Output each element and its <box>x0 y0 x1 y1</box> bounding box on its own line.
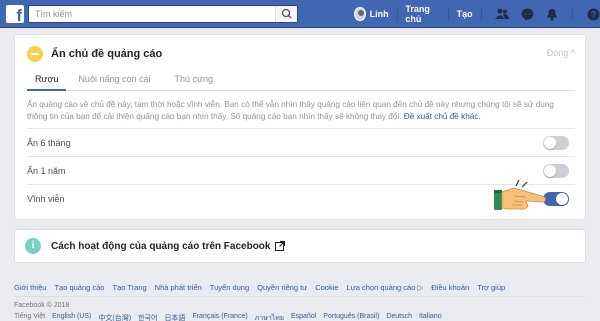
footer-link-help[interactable]: Trợ giúp <box>477 283 505 292</box>
language-link[interactable]: Português (Brasil) <box>323 313 379 321</box>
nav-divider <box>480 7 482 21</box>
create-link[interactable]: Tạo <box>457 9 473 19</box>
minus-circle-icon <box>27 46 43 62</box>
language-link[interactable]: Deutsch <box>386 313 412 321</box>
footer-divider <box>14 296 586 297</box>
external-link-icon <box>275 241 286 251</box>
suggest-topic-link[interactable]: Đề xuất chủ đề khác. <box>404 112 481 121</box>
nav-divider <box>447 7 449 21</box>
info-icon: i <box>25 238 41 254</box>
language-link[interactable]: Español <box>291 313 316 321</box>
notifications-icon[interactable] <box>546 7 558 21</box>
footer-link-developers[interactable]: Nhà phát triển <box>155 283 202 292</box>
option-label: Ẩn 1 năm <box>27 165 66 176</box>
footer-link-terms[interactable]: Điều khoản <box>431 283 469 292</box>
footer-link-create-ad[interactable]: Tạo quảng cáo <box>54 283 104 292</box>
language-link[interactable]: Italiano <box>419 313 442 321</box>
search-icon <box>281 8 292 19</box>
home-link[interactable]: Trang chủ <box>405 4 439 24</box>
facebook-logo-icon[interactable]: f <box>6 5 24 23</box>
tab-alcohol[interactable]: Rượu <box>27 73 67 91</box>
language-current: Tiếng Việt <box>14 313 46 320</box>
footer-links: Giới thiệu Tạo quảng cáo Tạo Trang Nhà p… <box>14 283 586 292</box>
language-link[interactable]: English (US) <box>52 313 91 321</box>
option-row-6-months: Ẩn 6 tháng <box>27 128 575 156</box>
tab-pets[interactable]: Thú cưng <box>163 73 226 91</box>
how-ads-work-title[interactable]: Cách hoạt động của quảng cáo trên Facebo… <box>51 241 270 252</box>
card-title: Ẩn chủ đề quảng cáo <box>51 48 163 60</box>
search-button[interactable] <box>275 6 297 22</box>
footer-link-careers[interactable]: Tuyển dụng <box>210 283 249 292</box>
topic-tabs: Rượu Nuôi nấng con cái Thú cưng <box>27 73 575 91</box>
messenger-icon[interactable] <box>521 7 534 21</box>
nav-right: Linh Trang chủ Tạo ? <box>354 0 600 28</box>
card-header: Ẩn chủ đề quảng cáo Đóng ^ <box>27 43 575 65</box>
footer-link-ad-choices[interactable]: Lựa chọn quảng cáo ▷ <box>347 283 424 292</box>
search-input[interactable] <box>29 6 269 22</box>
footer-link-about[interactable]: Giới thiệu <box>14 283 46 292</box>
help-icon[interactable]: ? <box>587 7 600 21</box>
how-ads-work-card[interactable]: i Cách hoạt động của quảng cáo trên Face… <box>14 229 586 263</box>
nav-divider <box>396 7 398 21</box>
language-links: Tiếng Việt English (US) 中文(台灣) 한국어 日本語 F… <box>14 313 449 321</box>
friends-icon[interactable] <box>495 7 510 21</box>
footer-link-create-page[interactable]: Tạo Trang <box>112 283 146 292</box>
language-link[interactable]: 中文(台灣) <box>98 313 131 321</box>
description-text: Ẩn quảng cáo về chủ đề này, tạm thời hoặ… <box>27 100 554 121</box>
nav-divider <box>572 7 574 21</box>
svg-text:?: ? <box>591 9 597 19</box>
search-box[interactable] <box>28 5 298 23</box>
close-button[interactable]: Đóng ^ <box>547 48 575 58</box>
language-link[interactable]: 한국어 <box>138 313 157 321</box>
pointing-hand-icon <box>494 179 546 210</box>
language-link[interactable]: Français (France) <box>192 313 247 321</box>
option-label: Ẩn 6 tháng <box>27 137 71 148</box>
top-navigation-bar: f Linh Trang chủ Tạo ? <box>0 0 600 28</box>
option-label: Vĩnh viễn <box>27 193 65 204</box>
profile-link[interactable]: Linh <box>370 9 389 19</box>
toggle-switch-6-months[interactable] <box>543 136 569 150</box>
footer-link-privacy[interactable]: Quyền riêng tư <box>257 283 307 292</box>
language-link[interactable]: 日本語 <box>164 313 185 321</box>
tab-parenting[interactable]: Nuôi nấng con cái <box>66 73 162 91</box>
copyright-text: Facebook © 2018 <box>14 302 70 309</box>
footer-link-cookies[interactable]: Cookie <box>315 283 338 292</box>
language-link[interactable]: ภาษาไทย <box>255 313 284 321</box>
avatar[interactable] <box>354 7 366 21</box>
